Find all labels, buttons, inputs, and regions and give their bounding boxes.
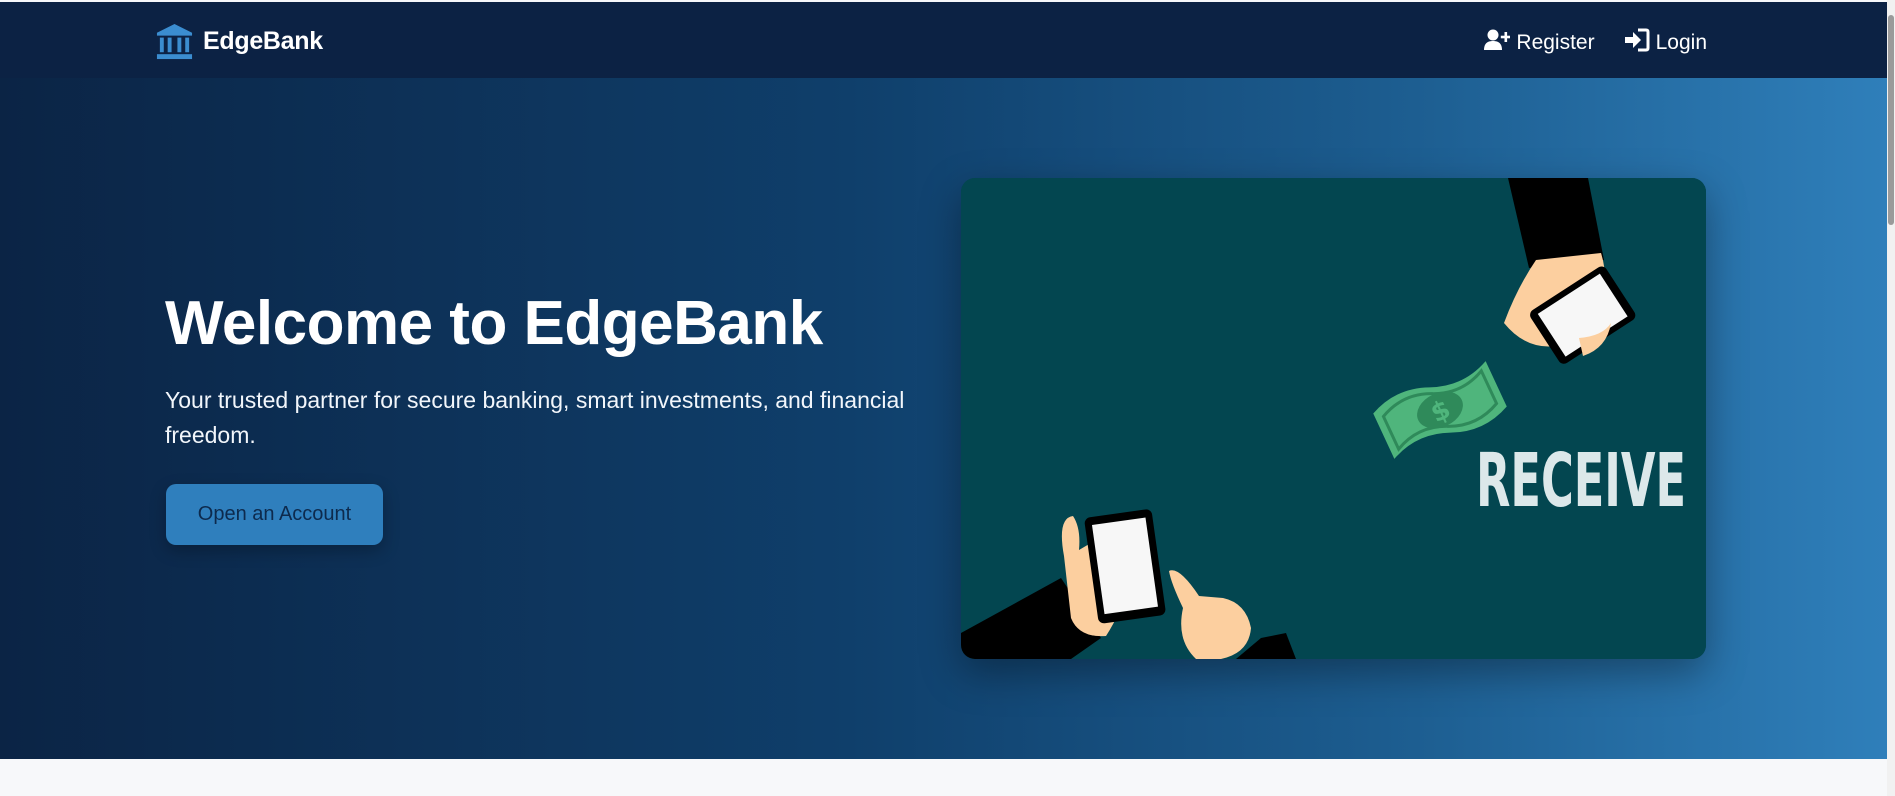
register-link[interactable]: Register: [1484, 28, 1595, 58]
nav-links: Register Login: [1484, 28, 1707, 58]
hero-section: Welcome to EdgeBank Your trusted partner…: [0, 78, 1887, 759]
bank-icon: [155, 22, 194, 61]
scrollbar[interactable]: [1887, 0, 1895, 796]
navbar: EdgeBank Register Login: [0, 2, 1887, 78]
user-plus-icon: [1484, 28, 1512, 58]
hero-subtitle: Your trusted partner for secure banking,…: [165, 387, 905, 448]
hero-illustration: $ RECEIVE: [961, 178, 1706, 659]
hero-title: Welcome to EdgeBank: [165, 289, 823, 358]
sign-in-icon: [1624, 28, 1650, 58]
scrollbar-thumb[interactable]: [1888, 15, 1894, 225]
brand-logo[interactable]: EdgeBank: [155, 20, 323, 62]
register-label: Register: [1516, 31, 1595, 54]
brand-name: EdgeBank: [203, 26, 323, 55]
login-link[interactable]: Login: [1624, 28, 1707, 58]
login-label: Login: [1655, 31, 1707, 54]
receive-word: RECEIVE: [1476, 438, 1686, 524]
open-account-button[interactable]: Open an Account: [166, 484, 383, 545]
